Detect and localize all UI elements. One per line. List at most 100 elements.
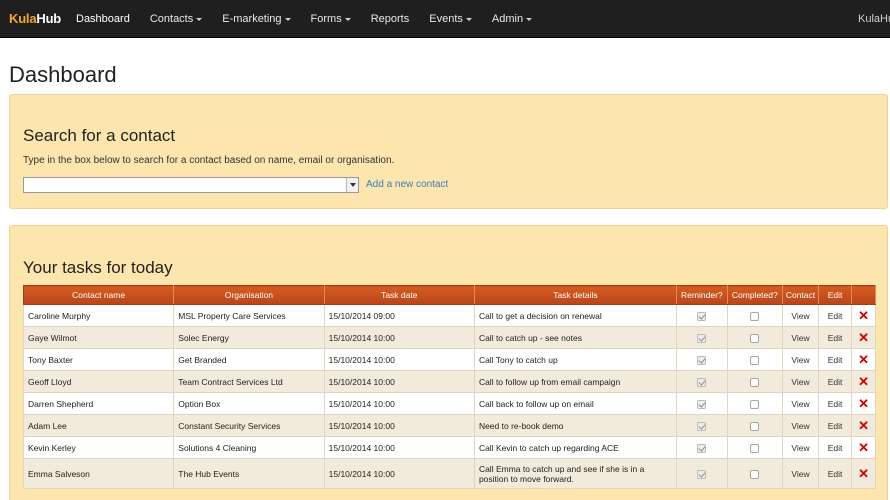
cell-contact: View [781, 326, 820, 349]
cell-completed [726, 392, 783, 415]
delete-icon[interactable]: ✕ [858, 352, 869, 367]
add-new-contact-link[interactable]: Add a new contact [366, 179, 448, 190]
caret-down-icon [196, 18, 203, 21]
contact-search-combobox[interactable] [23, 177, 359, 196]
cell-task-date: 15/10/2014 09:00 [323, 304, 475, 327]
search-panel: Search for a contact Type in the box bel… [9, 94, 888, 209]
cell-contact: View [781, 436, 820, 459]
table-row: Gaye Wilmot Solec Energy 15/10/2014 10:00 C… [22, 326, 876, 349]
completed-checkbox[interactable] [750, 443, 760, 453]
table-header-row: Contact name Organisation Task date Task… [22, 285, 876, 305]
table-row: Adam Lee Constant Security Services 15/10/… [22, 414, 876, 437]
view-contact-link[interactable]: View [791, 421, 809, 431]
edit-task-link[interactable]: Edit [828, 443, 843, 453]
cell-reminder [675, 458, 728, 489]
view-contact-link[interactable]: View [791, 469, 809, 479]
search-dropdown-button[interactable] [346, 178, 358, 192]
reminder-checkbox[interactable] [697, 469, 707, 479]
cell-delete: ✕ [851, 392, 876, 415]
cell-organisation: Team Contract Services Ltd [173, 370, 325, 393]
edit-task-link[interactable]: Edit [828, 311, 843, 321]
top-navbar: KulaHub Dashboard Contacts E-marketing F… [0, 0, 890, 38]
search-help-text: Type in the box below to search for a co… [23, 155, 395, 166]
table-row: Darren Shepherd Option Box 15/10/2014 10:0… [22, 392, 876, 415]
col-header-contact-name[interactable]: Contact name [22, 285, 175, 305]
completed-checkbox[interactable] [750, 333, 760, 343]
completed-checkbox[interactable] [750, 421, 760, 431]
cell-edit: Edit [818, 326, 853, 349]
reminder-checkbox[interactable] [697, 311, 707, 321]
col-header-task-details[interactable]: Task details [473, 285, 677, 305]
nav-user-label: KulaHub [858, 13, 890, 25]
cell-task-details: Call Emma to catch up and see if she is … [473, 458, 677, 489]
cell-completed [726, 436, 783, 459]
view-contact-link[interactable]: View [791, 443, 809, 453]
cell-contact-name: Kevin Kerley [22, 436, 175, 459]
col-header-reminder[interactable]: Reminder? [675, 285, 728, 305]
col-header-task-date[interactable]: Task date [323, 285, 475, 305]
page-title: Dashboard [9, 62, 117, 87]
cell-task-details: Call to catch up - see notes [473, 326, 677, 349]
nav-reports-label: Reports [370, 13, 410, 25]
nav-reports[interactable]: Reports [361, 0, 420, 38]
nav-e-marketing[interactable]: E-marketing [212, 0, 300, 38]
cell-contact: View [781, 392, 820, 415]
nav-admin[interactable]: Admin [482, 0, 542, 38]
col-header-completed[interactable]: Completed? [726, 285, 783, 305]
edit-task-link[interactable]: Edit [828, 469, 843, 479]
nav-forms[interactable]: Forms [301, 0, 361, 38]
reminder-checkbox[interactable] [697, 421, 707, 431]
reminder-checkbox[interactable] [697, 333, 707, 343]
view-contact-link[interactable]: View [791, 399, 809, 409]
delete-icon[interactable]: ✕ [858, 466, 869, 481]
cell-organisation: Option Box [173, 392, 325, 415]
edit-task-link[interactable]: Edit [828, 399, 843, 409]
reminder-checkbox[interactable] [697, 355, 707, 365]
reminder-checkbox[interactable] [697, 399, 707, 409]
cell-edit: Edit [818, 414, 853, 437]
completed-checkbox[interactable] [750, 469, 760, 479]
delete-icon[interactable]: ✕ [858, 330, 869, 345]
reminder-checkbox[interactable] [697, 443, 707, 453]
cell-contact-name: Adam Lee [22, 414, 175, 437]
delete-icon[interactable]: ✕ [858, 418, 869, 433]
cell-task-date: 15/10/2014 10:00 [323, 326, 475, 349]
edit-task-link[interactable]: Edit [828, 377, 843, 387]
delete-icon[interactable]: ✕ [858, 374, 869, 389]
tasks-heading: Your tasks for today [23, 258, 173, 277]
view-contact-link[interactable]: View [791, 377, 809, 387]
nav-user-menu[interactable]: KulaHub [858, 0, 890, 38]
nav-dashboard[interactable]: Dashboard [66, 0, 140, 38]
cell-completed [726, 304, 783, 327]
cell-delete: ✕ [851, 458, 876, 489]
nav-contacts-label: Contacts [149, 13, 194, 25]
brand-logo[interactable]: KulaHub [9, 11, 61, 26]
edit-task-link[interactable]: Edit [828, 333, 843, 343]
contact-search-input[interactable] [24, 181, 344, 196]
completed-checkbox[interactable] [750, 399, 760, 409]
completed-checkbox[interactable] [750, 377, 760, 387]
col-header-organisation[interactable]: Organisation [173, 285, 325, 305]
nav-contacts[interactable]: Contacts [140, 0, 212, 38]
cell-completed [726, 458, 783, 489]
cell-organisation: The Hub Events [173, 458, 325, 489]
view-contact-link[interactable]: View [791, 311, 809, 321]
cell-task-date: 15/10/2014 10:00 [323, 436, 475, 459]
cell-contact-name: Gaye Wilmot [22, 326, 175, 349]
nav-events[interactable]: Events [419, 0, 482, 38]
table-row: Caroline Murphy MSL Property Care Service… [22, 304, 876, 327]
completed-checkbox[interactable] [750, 355, 760, 365]
cell-contact-name: Emma Salveson [22, 458, 175, 489]
cell-organisation: Solutions 4 Cleaning [173, 436, 325, 459]
reminder-checkbox[interactable] [697, 377, 707, 387]
cell-task-details: Need to re-book demo [473, 414, 677, 437]
completed-checkbox[interactable] [750, 311, 760, 321]
delete-icon[interactable]: ✕ [858, 440, 869, 455]
delete-icon[interactable]: ✕ [858, 308, 869, 323]
view-contact-link[interactable]: View [791, 333, 809, 343]
tasks-panel: Your tasks for today Contact name Organi… [9, 225, 888, 500]
edit-task-link[interactable]: Edit [828, 355, 843, 365]
delete-icon[interactable]: ✕ [858, 396, 869, 411]
edit-task-link[interactable]: Edit [828, 421, 843, 431]
view-contact-link[interactable]: View [791, 355, 809, 365]
